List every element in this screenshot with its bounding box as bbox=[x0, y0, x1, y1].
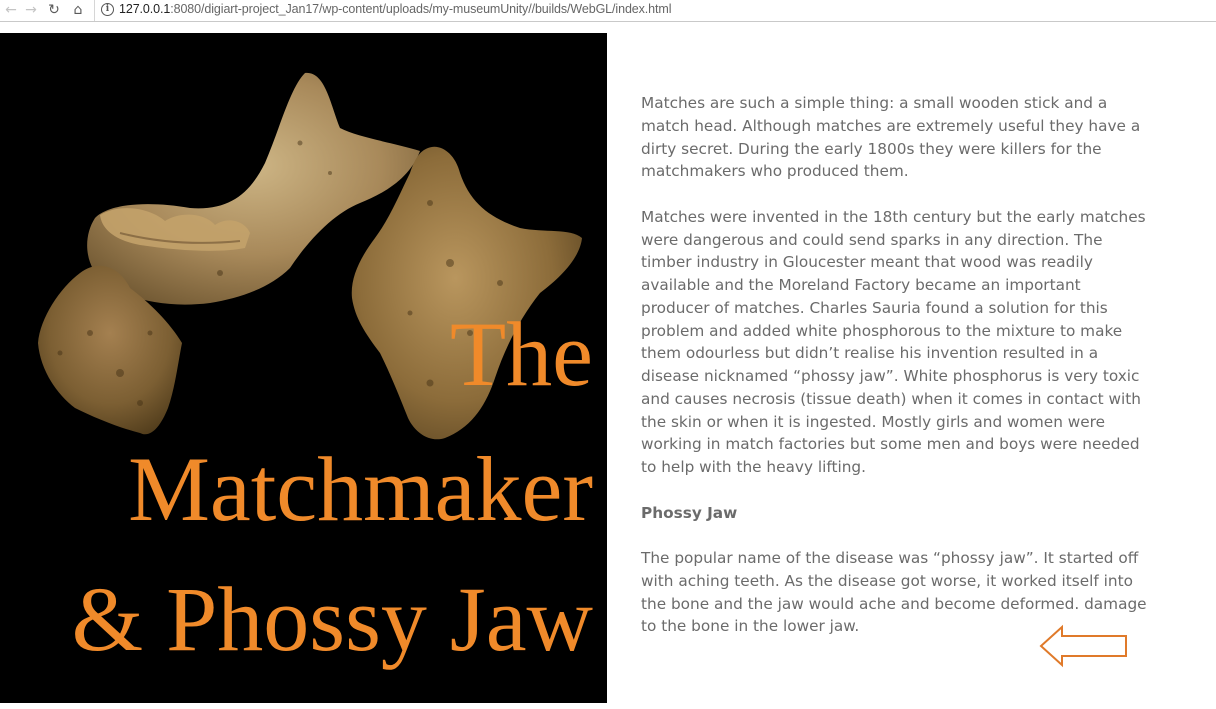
poster-image: The Matchmaker & Phossy Jaw bbox=[0, 33, 607, 703]
url-text[interactable]: 127.0.0.1:8080/digiart-project_Jan17/wp-… bbox=[119, 2, 671, 16]
reload-icon[interactable]: ↻ bbox=[45, 1, 63, 19]
article-heading: Phossy Jaw bbox=[641, 503, 738, 522]
browser-toolbar: ← → ↻ ⌂ i 127.0.0.1:8080/digiart-project… bbox=[0, 0, 1216, 22]
poster-title-line-3: & Phossy Jaw bbox=[71, 568, 593, 670]
article-panel: Matches are such a simple thing: a small… bbox=[641, 92, 1151, 661]
home-icon[interactable]: ⌂ bbox=[69, 1, 87, 19]
info-icon[interactable]: i bbox=[101, 3, 114, 16]
back-button[interactable] bbox=[1038, 624, 1130, 668]
forward-arrow-icon[interactable]: → bbox=[22, 1, 40, 19]
article-paragraph-1: Matches are such a simple thing: a small… bbox=[641, 94, 1141, 181]
url-host: 127.0.0.1 bbox=[119, 2, 171, 16]
poster-title-line-1: The bbox=[449, 303, 593, 405]
left-arrow-outline-icon bbox=[1039, 624, 1127, 668]
poster-title-line-2: Matchmaker bbox=[128, 438, 593, 540]
article-paragraph-2: Matches were invented in the 18th centur… bbox=[641, 207, 1146, 476]
address-bar[interactable]: i 127.0.0.1:8080/digiart-project_Jan17/w… bbox=[94, 0, 1216, 21]
url-path: :8080/digiart-project_Jan17/wp-content/u… bbox=[170, 2, 672, 16]
back-arrow-icon[interactable]: ← bbox=[2, 1, 20, 19]
